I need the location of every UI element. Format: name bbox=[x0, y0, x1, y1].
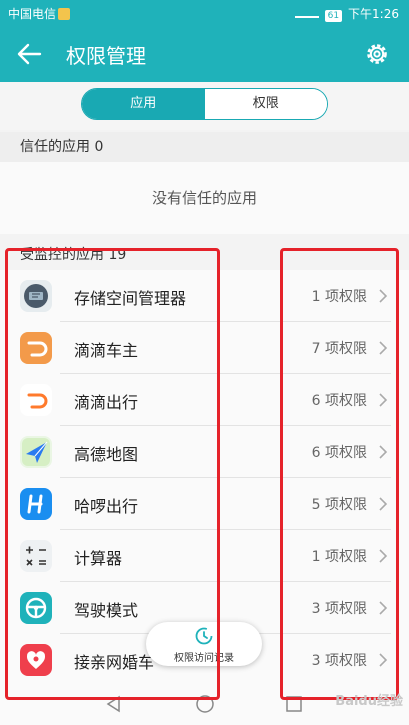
tab-permissions[interactable]: 权限 bbox=[204, 89, 327, 119]
carrier-label: 中国电信 bbox=[8, 7, 57, 21]
tabs-bar: 应用 权限 bbox=[0, 82, 409, 130]
trusted-apps-empty: 没有信任的应用 bbox=[0, 162, 409, 234]
gear-icon bbox=[367, 44, 387, 64]
status-right: 61 下午1:26 bbox=[294, 5, 399, 22]
back-button[interactable] bbox=[12, 38, 48, 70]
highlight-box-apps bbox=[5, 248, 220, 700]
app-bar: 权限管理 bbox=[0, 26, 409, 82]
carrier: 中国电信 bbox=[8, 5, 71, 22]
status-bar: 中国电信 61 下午1:26 bbox=[0, 0, 409, 26]
page-title: 权限管理 bbox=[66, 44, 146, 68]
sim-badge-icon bbox=[58, 8, 71, 20]
signal-icon bbox=[294, 7, 319, 18]
status-time: 下午1:26 bbox=[348, 7, 399, 21]
trusted-apps-header: 信任的应用 0 bbox=[0, 132, 409, 162]
segmented-control: 应用 权限 bbox=[81, 88, 328, 120]
back-arrow-icon bbox=[17, 43, 42, 65]
watermark: Baidu经验 bbox=[335, 694, 403, 709]
settings-button[interactable] bbox=[363, 40, 391, 68]
battery-icon: 61 bbox=[324, 10, 343, 22]
highlight-box-permissions bbox=[280, 248, 399, 700]
tab-apps[interactable]: 应用 bbox=[82, 89, 205, 119]
